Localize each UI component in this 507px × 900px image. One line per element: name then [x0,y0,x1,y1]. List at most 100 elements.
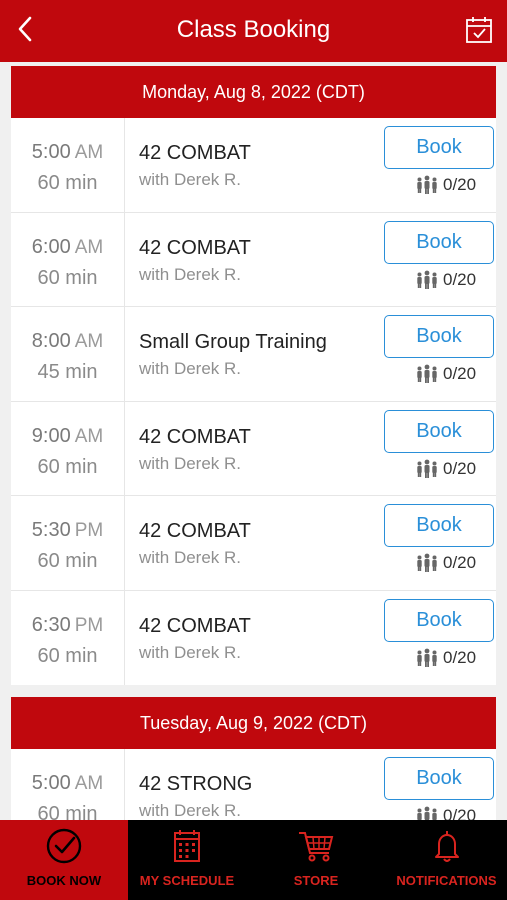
class-row: 8:00 AM 45 min Small Group Training with … [11,307,496,402]
book-button[interactable]: Book [384,504,494,547]
capacity-count: 0/20 [443,647,477,667]
capacity: 0/20 [415,553,476,573]
class-list[interactable]: Monday, Aug 8, 2022 (CDT) 5:00 AM 60 min … [0,62,507,820]
tab-label: STORE [293,873,339,888]
capacity-count: 0/20 [443,269,477,289]
class-duration: 45 min [37,361,98,383]
class-start-time: 6:00 [31,235,71,258]
people-icon [417,364,437,383]
class-duration: 60 min [37,644,98,667]
class-ampm: AM [74,773,104,794]
class-instructor: with Derek R. [139,359,242,378]
page-title: Class Booking [176,16,331,43]
book-button[interactable]: Book [384,315,494,358]
tab-store[interactable]: STORE [246,820,386,900]
bell-icon [434,830,459,862]
class-row: 6:30 PM 60 min 42 COMBAT with Derek R. Bo… [11,590,496,686]
people-icon [417,648,437,667]
class-ampm: AM [74,142,104,163]
class-ampm: PM [74,614,104,636]
class-info: 42 STRONG with Derek R. [125,749,371,820]
capacity: 0/20 [415,270,476,290]
class-ampm: AM [74,331,104,352]
class-row: 5:00 AM 60 min 42 STRONG with Derek R. Bo… [11,749,496,820]
book-button[interactable]: Book [384,598,494,642]
tab-my-schedule[interactable]: MY SCHEDULE [128,820,246,900]
day-section: Monday, Aug 8, 2022 (CDT) 5:00 AM 60 min … [11,66,496,685]
class-ampm: AM [74,425,104,447]
people-icon [417,175,437,194]
book-button[interactable]: Book [384,757,494,800]
class-duration: 60 min [37,550,98,572]
class-start-time: 5:00 [31,141,71,163]
cart-icon [299,832,334,862]
book-button[interactable]: Book [384,409,494,453]
book-button[interactable]: Book [384,220,494,264]
class-time: 6:30 PM 60 min [11,590,125,685]
class-duration: 60 min [37,266,98,289]
bottom-tab-bar: BOOK NOW MY SCHEDULE STORE NOTIFICATIONS [0,820,507,900]
class-instructor: with Derek R. [139,170,242,189]
class-name: 42 COMBAT [139,142,251,164]
class-row: 6:00 AM 60 min 42 COMBAT with Derek R. Bo… [11,212,496,307]
capacity: 0/20 [415,364,476,384]
class-start-time: 8:00 [31,330,71,352]
class-duration: 60 min [37,803,98,820]
capacity-count: 0/20 [443,175,477,194]
book-button[interactable]: Book [384,126,494,169]
class-duration: 60 min [37,172,98,194]
capacity: 0/20 [415,806,476,820]
class-row: 5:00 AM 60 min 42 COMBAT with Derek R. Bo… [11,118,496,213]
class-duration: 60 min [37,455,98,478]
class-name: 42 COMBAT [139,614,251,637]
top-bar: Class Booking [0,0,507,62]
capacity-count: 0/20 [443,458,477,478]
capacity-count: 0/20 [443,806,477,820]
people-icon [417,806,437,820]
calendar-check-icon[interactable] [465,16,493,44]
class-time: 6:00 AM 60 min [11,212,125,306]
class-start-time: 5:00 [31,772,71,794]
day-section: Tuesday, Aug 9, 2022 (CDT) 5:00 AM 60 min… [11,697,496,820]
tab-label: NOTIFICATIONS [396,873,497,888]
check-circle-icon [46,828,82,864]
class-row: 9:00 AM 60 min 42 COMBAT with Derek R. Bo… [11,401,496,496]
capacity: 0/20 [415,459,476,479]
class-info: 42 COMBAT with Derek R. [125,496,371,590]
capacity-count: 0/20 [443,553,477,572]
capacity-count: 0/20 [443,364,477,383]
tab-notifications[interactable]: NOTIFICATIONS [386,820,507,900]
class-info: 42 COMBAT with Derek R. [125,402,371,496]
class-info: 42 COMBAT with Derek R. [125,591,371,686]
class-instructor: with Derek R. [139,642,242,662]
class-info: Small Group Training with Derek R. [125,307,371,401]
class-ampm: PM [74,520,104,541]
tab-label: MY SCHEDULE [139,873,235,888]
class-instructor: with Derek R. [139,548,242,567]
class-name: 42 STRONG [139,773,253,795]
people-icon [417,270,437,289]
tab-label: BOOK NOW [26,873,102,888]
class-ampm: AM [74,236,104,258]
class-time: 8:00 AM 45 min [11,307,125,401]
class-start-time: 6:30 [31,613,71,636]
class-name: 42 COMBAT [139,520,251,542]
class-name: 42 COMBAT [139,236,251,259]
class-time: 5:00 AM 60 min [11,118,125,212]
capacity: 0/20 [415,175,476,195]
calendar-icon [174,830,200,862]
class-start-time: 9:00 [31,424,71,447]
class-instructor: with Derek R. [139,264,242,284]
class-instructor: with Derek R. [139,453,242,473]
class-name: Small Group Training [139,331,327,353]
people-icon [417,553,437,572]
class-time: 5:00 AM 60 min [11,749,125,820]
capacity: 0/20 [415,648,476,668]
day-header: Tuesday, Aug 9, 2022 (CDT) [11,697,496,749]
class-time: 9:00 AM 60 min [11,401,125,495]
class-row: 5:30 PM 60 min 42 COMBAT with Derek R. Bo… [11,496,496,591]
class-info: 42 COMBAT with Derek R. [125,118,371,212]
class-start-time: 5:30 [31,519,71,541]
tab-book-now[interactable]: BOOK NOW [0,820,128,900]
class-instructor: with Derek R. [139,801,242,820]
